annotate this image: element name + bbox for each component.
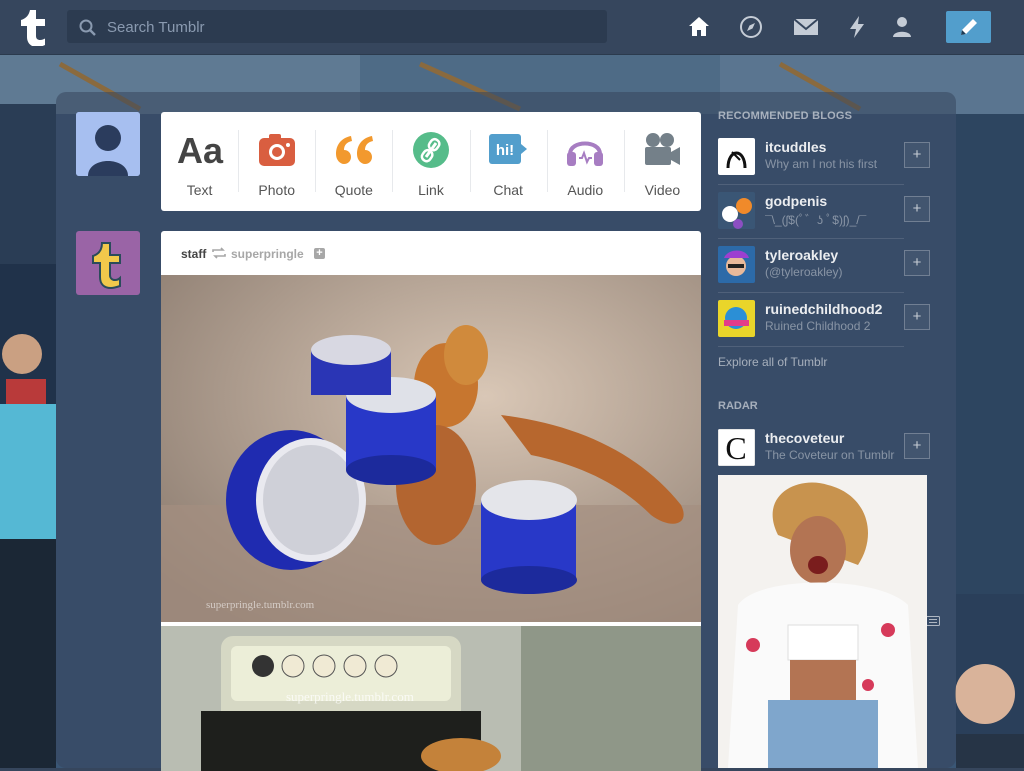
blog-avatar[interactable]: C [718,429,755,466]
blog-name[interactable]: godpenis [765,193,827,209]
post-type-photo[interactable]: Photo [238,112,315,211]
post-type-audio-label: Audio [567,182,604,198]
quote-icon [315,130,392,170]
post-type-link-label: Link [418,182,444,198]
post-photo-amp[interactable]: superpringle.tumblr.com [161,626,701,771]
blog-avatar[interactable] [718,300,755,337]
post-type-quote[interactable]: Quote [315,112,392,211]
search-icon [79,19,96,36]
headphones-icon [547,130,624,170]
follow-button[interactable]: + [904,304,930,330]
post-author-avatar[interactable] [76,231,140,295]
radar-blog-item[interactable]: C thecoveteur The Coveteur on Tumblr + [718,421,930,475]
blog-name[interactable]: tyleroakley [765,247,838,263]
activity-icon[interactable] [845,15,869,39]
post-type-chat-label: Chat [493,182,523,198]
blog-name[interactable]: thecoveteur [765,430,844,446]
post-type-video[interactable]: Video [623,112,701,211]
blog-description: Ruined Childhood 2 [765,319,871,333]
post-type-link[interactable]: Link [392,112,469,211]
recommended-blogs-title: RECOMMENDED BLOGS [718,110,853,122]
post-type-toolbar: Aa Text Photo Quote Link hi! Chat Audio [161,112,701,211]
radar-post-photo[interactable] [718,475,927,768]
user-avatar[interactable] [76,112,140,176]
radar-title: RADAR [718,400,758,412]
blog-avatar[interactable] [718,192,755,229]
follow-button[interactable]: + [904,433,930,459]
follow-plus-icon[interactable]: + [314,248,325,259]
svg-text:Aa: Aa [177,130,224,170]
blog-description: (@tyleroakley) [765,265,843,279]
svg-text:hi!: hi! [496,142,514,159]
link-icon [392,130,469,170]
search-input[interactable] [105,10,589,45]
explore-all-link[interactable]: Explore all of Tumblr [718,355,827,369]
blog-name[interactable]: ruinedchildhood2 [765,301,882,317]
tumblr-logo-icon[interactable] [16,8,50,47]
post-header: staff superpringle + [161,231,701,275]
recommended-blog-item[interactable]: itcuddles Why am I not his first + [718,130,930,185]
search-box[interactable] [67,10,607,45]
blog-name[interactable]: itcuddles [765,139,826,155]
photo-watermark-2: superpringle.tumblr.com [286,689,414,704]
text-icon: Aa [161,130,238,170]
svg-text:C: C [725,430,746,466]
blog-avatar[interactable] [718,246,755,283]
compose-button[interactable] [946,11,991,43]
video-camera-icon [624,130,701,170]
post-type-text[interactable]: Aa Text [161,112,238,211]
account-icon[interactable] [890,15,914,39]
post-type-quote-label: Quote [334,182,373,198]
reblogged-from-link[interactable]: superpringle [231,247,304,261]
explore-icon[interactable] [739,15,763,39]
recommended-blog-item[interactable]: ruinedchildhood2 Ruined Childhood 2 + [718,292,930,347]
follow-button[interactable]: + [904,142,930,168]
camera-icon [238,130,315,170]
dashboard-post: staff superpringle + superpringle.tumblr… [161,231,701,771]
pencil-icon [961,19,977,35]
blog-description: The Coveteur on Tumblr [765,448,895,462]
blog-description: ¯\_(ʃ$(ﾟ゛ʖ ﾟ$)ʃ)_/¯ [765,213,867,227]
post-photo-drums[interactable]: superpringle.tumblr.com [161,275,701,622]
photo-watermark: superpringle.tumblr.com [206,599,315,611]
post-type-chat[interactable]: hi! Chat [469,112,547,211]
post-type-photo-label: Photo [258,182,295,198]
follow-button[interactable]: + [904,250,930,276]
chat-icon: hi! [470,130,547,170]
top-navigation-bar [0,0,1024,55]
post-type-video-label: Video [644,182,681,198]
post-type-text-label: Text [186,182,213,198]
blog-description: Why am I not his first [765,157,878,171]
keyboard-shortcuts-icon[interactable] [926,613,940,626]
home-icon[interactable] [687,15,711,39]
follow-button[interactable]: + [904,196,930,222]
reblog-icon [212,247,226,262]
post-type-audio[interactable]: Audio [546,112,624,211]
recommended-blog-item[interactable]: godpenis ¯\_(ʃ$(ﾟ゛ʖ ﾟ$)ʃ)_/¯ + [718,184,930,239]
recommended-blog-item[interactable]: tyleroakley (@tyleroakley) + [718,238,930,293]
blog-avatar[interactable] [718,138,755,175]
mail-icon[interactable] [793,15,819,39]
post-author-link[interactable]: staff [181,247,206,261]
